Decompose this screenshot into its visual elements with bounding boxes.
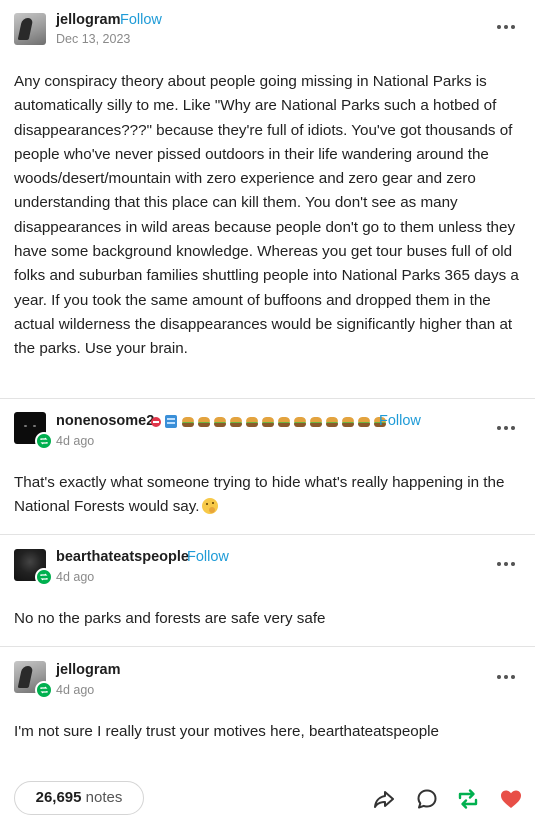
reblog-badge-icon bbox=[35, 681, 53, 699]
notes-label: notes bbox=[85, 789, 123, 806]
thinking-face-icon bbox=[202, 498, 219, 515]
reblog-badge-icon bbox=[35, 432, 53, 450]
more-options-icon[interactable] bbox=[497, 561, 515, 567]
reblog-time: 4d ago bbox=[56, 434, 95, 448]
original-post: jellogram Follow Dec 13, 2023 Any conspi… bbox=[0, 0, 535, 398]
follow-button[interactable]: Follow bbox=[187, 549, 229, 565]
username[interactable]: jellogram bbox=[56, 12, 120, 28]
reblog-body: I'm not sure I really trust your motives… bbox=[14, 723, 439, 740]
notes-count-button[interactable]: 26,695 notes bbox=[14, 781, 144, 815]
notes-count: 26,695 bbox=[35, 789, 82, 806]
avatar-jellogram[interactable] bbox=[14, 13, 46, 45]
burger-icon bbox=[230, 417, 242, 427]
username[interactable]: bearthateatspeople bbox=[56, 549, 189, 565]
burger-icon bbox=[326, 417, 338, 427]
reblog-badge-icon bbox=[35, 568, 53, 586]
burger-icon bbox=[278, 417, 290, 427]
reblog-time: 4d ago bbox=[56, 683, 95, 697]
burger-icon bbox=[294, 417, 306, 427]
burger-icon bbox=[182, 417, 194, 427]
reblog-time: 4d ago bbox=[56, 570, 95, 584]
more-options-icon[interactable] bbox=[497, 425, 515, 431]
burger-icon bbox=[310, 417, 322, 427]
like-icon[interactable] bbox=[499, 787, 523, 811]
reblog-icon[interactable] bbox=[456, 787, 480, 811]
reply-icon[interactable] bbox=[415, 787, 439, 811]
reblog-text: That's exactly what someone trying to hi… bbox=[14, 474, 505, 516]
burger-icon bbox=[262, 417, 274, 427]
reblog-entry: jellogram 4d ago I'm not sure I really t… bbox=[0, 647, 535, 757]
blue-badge-icon bbox=[165, 415, 177, 428]
username[interactable]: jellogram bbox=[56, 662, 120, 678]
more-options-icon[interactable] bbox=[497, 24, 515, 30]
burger-icon bbox=[198, 417, 210, 427]
red-badge-icon bbox=[151, 417, 161, 427]
follow-button[interactable]: Follow bbox=[120, 12, 162, 28]
post-body: Any conspiracy theory about people going… bbox=[14, 73, 519, 358]
username[interactable]: nonenosome2 bbox=[56, 413, 154, 429]
share-icon[interactable] bbox=[372, 787, 396, 811]
follow-button[interactable]: Follow bbox=[379, 413, 421, 429]
burger-icon bbox=[214, 417, 226, 427]
post-date: Dec 13, 2023 bbox=[56, 32, 131, 46]
reblog-body: That's exactly what someone trying to hi… bbox=[14, 471, 526, 520]
burger-icon bbox=[342, 417, 354, 427]
burger-icon bbox=[246, 417, 258, 427]
burger-icon bbox=[358, 417, 370, 427]
reblog-body: No no the parks and forests are safe ver… bbox=[14, 610, 326, 627]
reblog-entry: bearthateatspeople Follow 4d ago No no t… bbox=[0, 535, 535, 646]
more-options-icon[interactable] bbox=[497, 674, 515, 680]
